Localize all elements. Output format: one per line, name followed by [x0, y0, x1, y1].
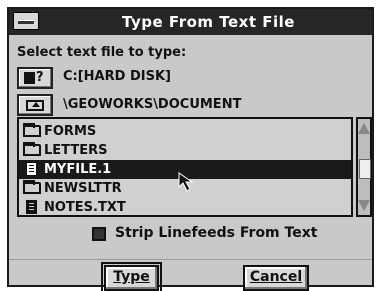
dialog-title: Type From Text File — [122, 13, 295, 31]
list-item[interactable]: FORMS — [19, 122, 351, 141]
file-name: FORMS — [44, 124, 97, 139]
type-button-label: Type — [113, 269, 150, 285]
select-file-prompt: Select text file to type: — [17, 45, 187, 60]
parent-directory-button[interactable] — [17, 94, 53, 116]
cancel-button[interactable]: Cancel — [243, 265, 309, 291]
cancel-button-label: Cancel — [249, 269, 303, 285]
folder-icon — [23, 123, 41, 137]
mouse-pointer-icon — [178, 172, 194, 192]
scroll-down-arrow-icon[interactable] — [358, 199, 370, 213]
file-name: LETTERS — [44, 143, 108, 158]
folder-icon — [23, 180, 41, 194]
file-list-scrollbar[interactable] — [356, 117, 372, 217]
folder-up-icon — [26, 100, 44, 111]
file-name: MYFILE.1 — [44, 162, 112, 177]
strip-linefeeds-checkbox[interactable] — [92, 227, 106, 241]
disk-icon — [24, 72, 35, 84]
type-button[interactable]: Type — [101, 262, 162, 291]
file-name: NEWSLTTR — [44, 181, 122, 196]
directory-path: \GEOWORKS\DOCUMENT — [63, 97, 242, 112]
minus-icon — [18, 20, 34, 24]
drive-button-label: ? — [36, 70, 44, 85]
list-item[interactable]: NOTES.TXT — [19, 198, 351, 215]
strip-linefeeds-label[interactable]: Strip Linefeeds From Text — [115, 225, 317, 241]
scroll-up-arrow-icon[interactable] — [358, 121, 370, 135]
title-bar[interactable]: Type From Text File — [9, 9, 372, 35]
file-name: NOTES.TXT — [44, 200, 126, 215]
list-item[interactable]: LETTERS — [19, 141, 351, 160]
document-icon — [26, 200, 37, 214]
drive-path: C:[HARD DISK] — [63, 69, 171, 84]
change-drive-button[interactable]: ? — [17, 67, 53, 89]
document-icon — [26, 162, 37, 176]
file-list[interactable]: FORMS LETTERS MYFILE.1 NEWSLTTR NOTES.TX… — [17, 117, 353, 217]
system-menu-button[interactable] — [13, 12, 39, 30]
divider — [9, 259, 372, 260]
scroll-thumb[interactable] — [359, 159, 371, 179]
type-from-text-file-dialog: Type From Text File Select text file to … — [7, 7, 374, 291]
folder-icon — [23, 142, 41, 156]
